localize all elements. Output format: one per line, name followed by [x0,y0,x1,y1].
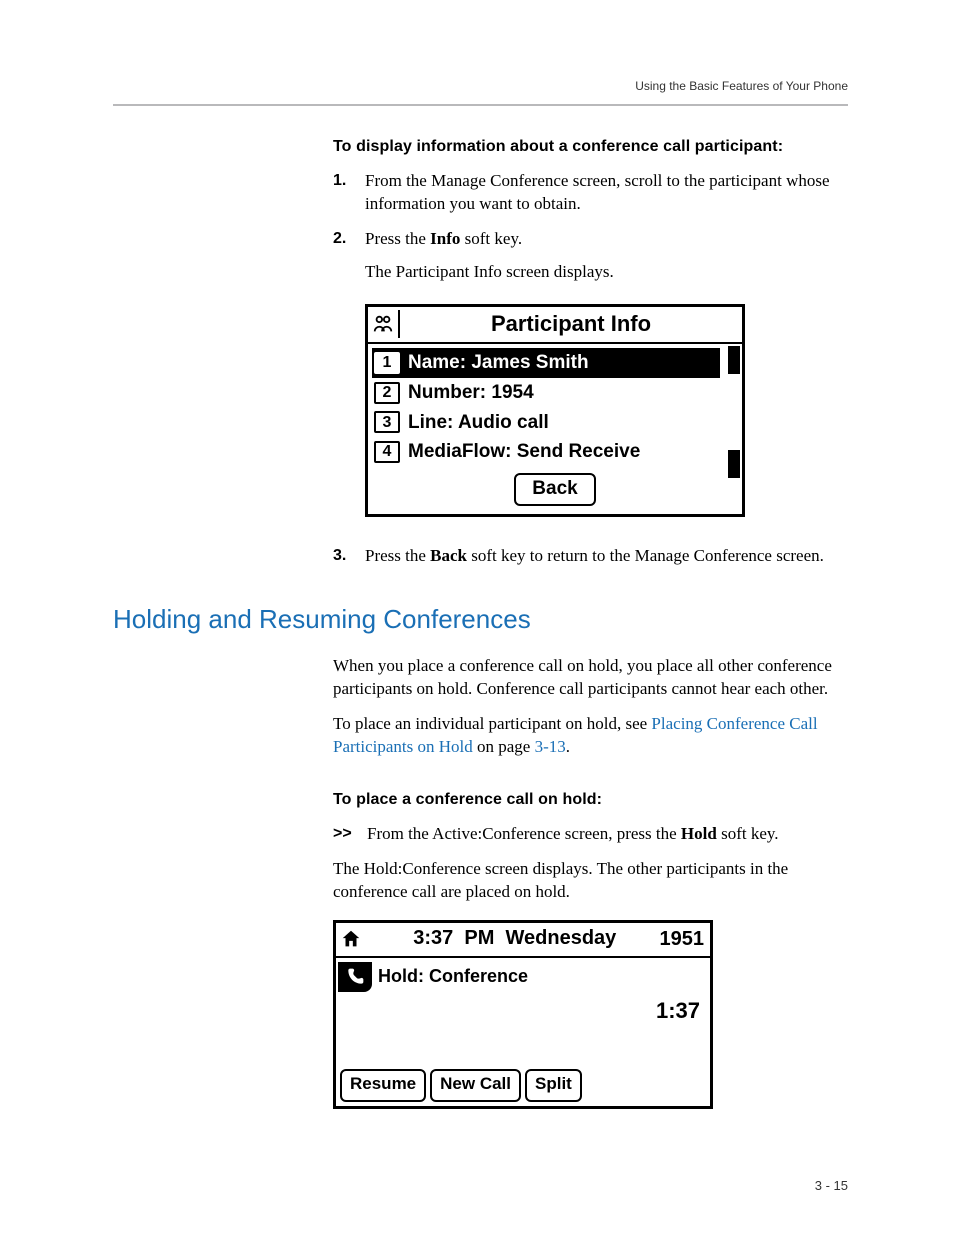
row-index: 4 [374,441,400,463]
softkey-resume[interactable]: Resume [340,1069,426,1102]
scrollbar[interactable] [728,346,740,478]
call-label: Hold: Conference [378,962,704,988]
step-text: From the Manage Conference screen, scrol… [365,170,848,216]
screen-title: Participant Info [400,307,742,343]
status-bar-time: 3:37 PM Wednesday [366,923,660,956]
softkey-back[interactable]: Back [514,473,595,507]
para-hold-intro: When you place a conference call on hold… [333,655,848,701]
subhead-display-info: To display information about a conferenc… [333,136,848,158]
home-icon [336,925,366,953]
section-heading-holding-resuming: Holding and Resuming Conferences [113,602,848,637]
row-index: 2 [374,382,400,404]
softkey-split[interactable]: Split [525,1069,582,1102]
para-hold-crossref: To place an individual participant on ho… [333,713,848,759]
running-head: Using the Basic Features of Your Phone [0,78,848,94]
status-bar-extension: 1951 [660,926,711,953]
call-entry[interactable]: Hold: Conference [336,958,710,992]
row-label: Name: James Smith [408,350,589,376]
step-text: Press the Back soft key to return to the… [365,545,848,568]
step-text: Press the Info soft key. [365,228,848,251]
row-label: Line: Audio call [408,410,549,436]
info-row-line[interactable]: 3 Line: Audio call [372,408,738,438]
procedure-text: From the Active:Conference screen, press… [367,823,779,846]
info-row-mediaflow[interactable]: 4 MediaFlow: Send Receive [372,437,738,467]
step-3: 3. Press the Back soft key to return to … [333,545,848,568]
row-label: MediaFlow: Send Receive [408,439,640,465]
step-follow: The Participant Info screen displays. [365,261,848,284]
row-index: 1 [374,352,400,374]
hold-conference-screenshot: 3:37 PM Wednesday 1951 Hold: Conference … [333,920,713,1110]
step-2: 2. Press the Info soft key. The Particip… [333,228,848,284]
page-number: 3 - 15 [815,1177,848,1195]
arrow-marker: >> [333,823,357,846]
step-1: 1. From the Manage Conference screen, sc… [333,170,848,216]
info-row-name[interactable]: 1 Name: James Smith [372,348,720,378]
para-hold-result: The Hold:Conference screen displays. The… [333,858,848,904]
softkey-new-call[interactable]: New Call [430,1069,521,1102]
row-index: 3 [374,411,400,433]
participant-info-screenshot: Participant Info 1 Name: James Smith 2 N… [365,304,745,518]
row-label: Number: 1954 [408,380,534,406]
step-number: 3. [333,545,365,568]
call-duration: 1:37 [336,992,710,1028]
step-number: 1. [333,170,365,216]
info-row-number[interactable]: 2 Number: 1954 [372,378,738,408]
link-page-ref[interactable]: 3-13 [535,737,566,756]
hold-call-icon [338,962,372,992]
procedure-step: >> From the Active:Conference screen, pr… [333,823,848,846]
conference-icon [368,310,400,338]
step-number: 2. [333,228,365,284]
subhead-place-on-hold: To place a conference call on hold: [333,789,848,811]
